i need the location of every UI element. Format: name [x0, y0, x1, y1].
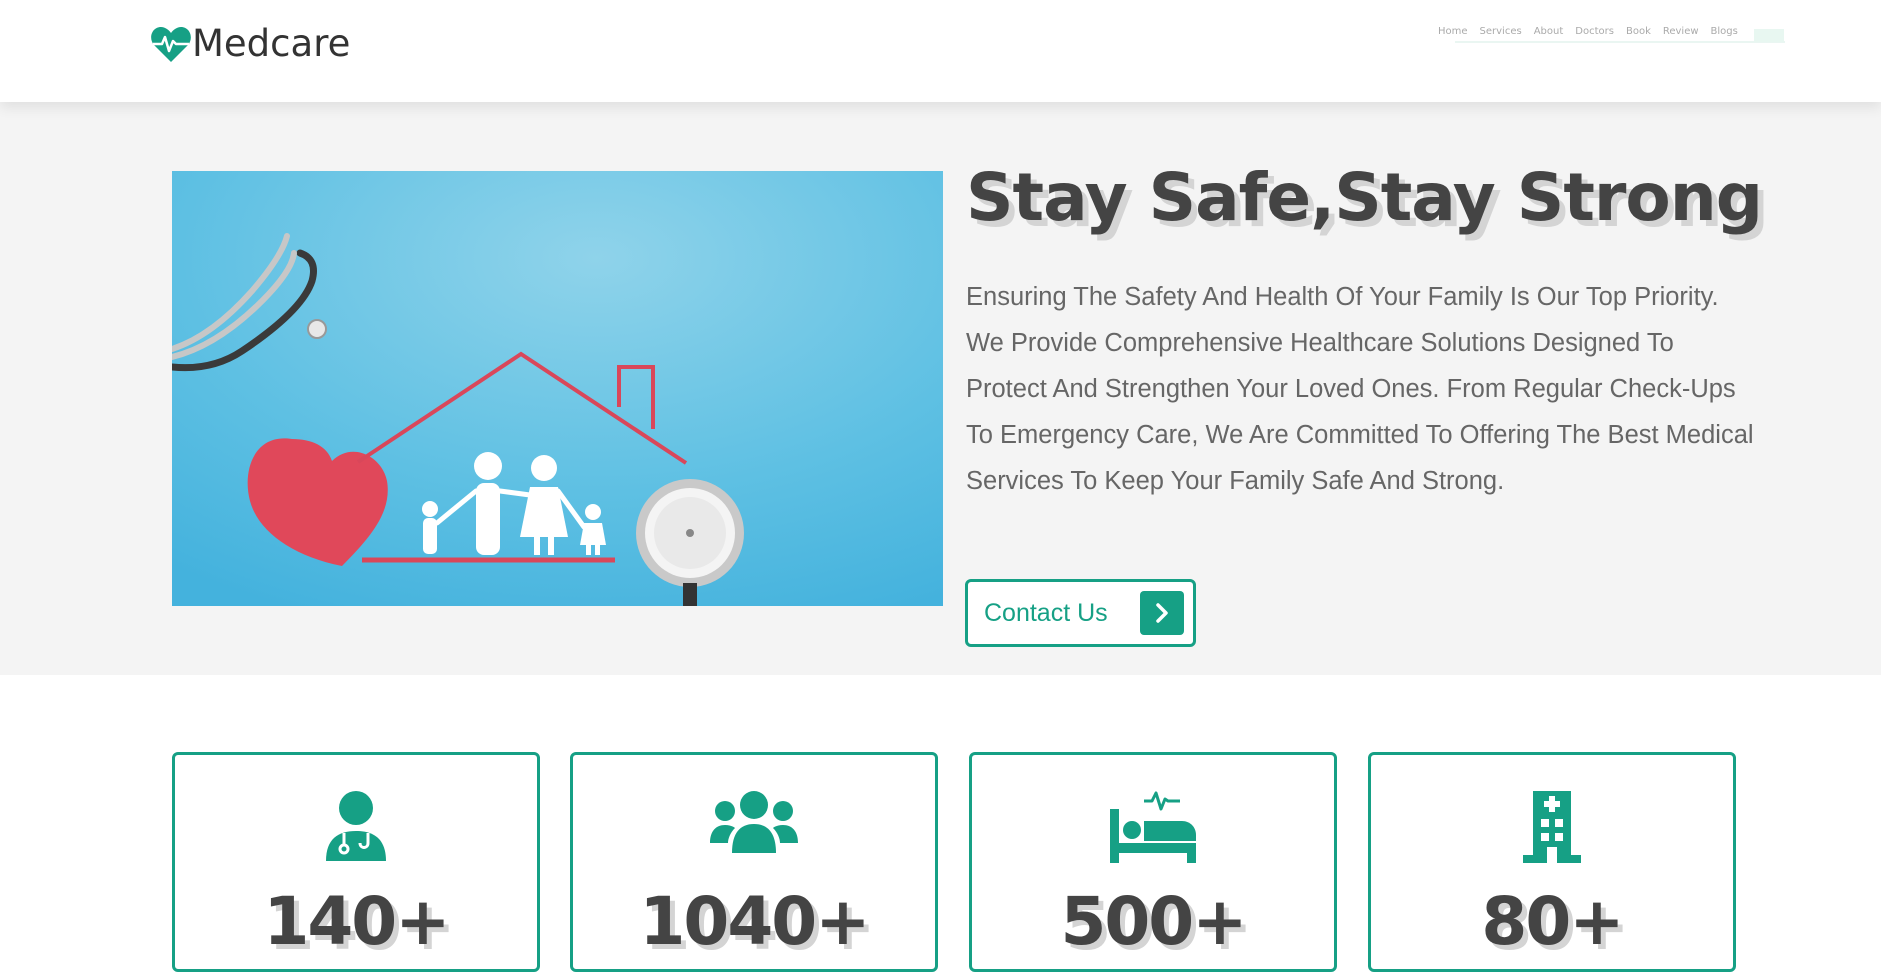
nav-highlight: [1754, 29, 1784, 42]
nav-services[interactable]: Services: [1480, 26, 1522, 37]
contact-us-label: Contact Us: [984, 598, 1108, 627]
logo[interactable]: Medcare: [150, 22, 350, 65]
doctor-icon: [326, 791, 386, 861]
stat-value-hospitals: 80+: [1481, 883, 1624, 960]
stats-section: 140+ 1040+ 500+ 80+: [0, 675, 1881, 972]
patients-icon: [710, 791, 798, 853]
hospital-icon: [1523, 791, 1581, 863]
stat-value-beds: 500+: [1060, 883, 1247, 960]
nav-home[interactable]: Home: [1438, 26, 1468, 37]
nav-doctors[interactable]: Doctors: [1575, 26, 1614, 37]
hero-section: Stay Safe,Stay Strong Ensuring The Safet…: [0, 102, 1881, 675]
site-header: Medcare Home Services About Doctors Book…: [0, 0, 1881, 102]
stat-card-doctors: 140+: [172, 752, 540, 972]
stat-value-patients: 1040+: [639, 883, 871, 960]
nav-about[interactable]: About: [1534, 26, 1564, 37]
stat-card-beds: 500+: [969, 752, 1337, 972]
stat-value-doctors: 140+: [263, 883, 450, 960]
brand-name: Medcare: [192, 22, 351, 65]
heartbeat-icon: [151, 26, 191, 62]
nav-book[interactable]: Book: [1626, 26, 1651, 37]
stat-card-patients: 1040+: [570, 752, 938, 972]
hero-description: Ensuring The Safety And Health Of Your F…: [966, 283, 1754, 495]
nav-blogs[interactable]: Blogs: [1711, 26, 1738, 37]
contact-us-button[interactable]: Contact Us: [965, 579, 1196, 647]
bed-icon: [1110, 791, 1196, 863]
nav-underline: [1455, 41, 1785, 43]
chevron-right-icon: [1140, 591, 1184, 635]
main-nav: Home Services About Doctors Book Review …: [1438, 26, 1738, 37]
hero-title: Stay Safe,Stay Strong: [966, 159, 1763, 236]
hero-image: [172, 171, 943, 606]
nav-review[interactable]: Review: [1663, 26, 1699, 37]
stat-card-hospitals: 80+: [1368, 752, 1736, 972]
